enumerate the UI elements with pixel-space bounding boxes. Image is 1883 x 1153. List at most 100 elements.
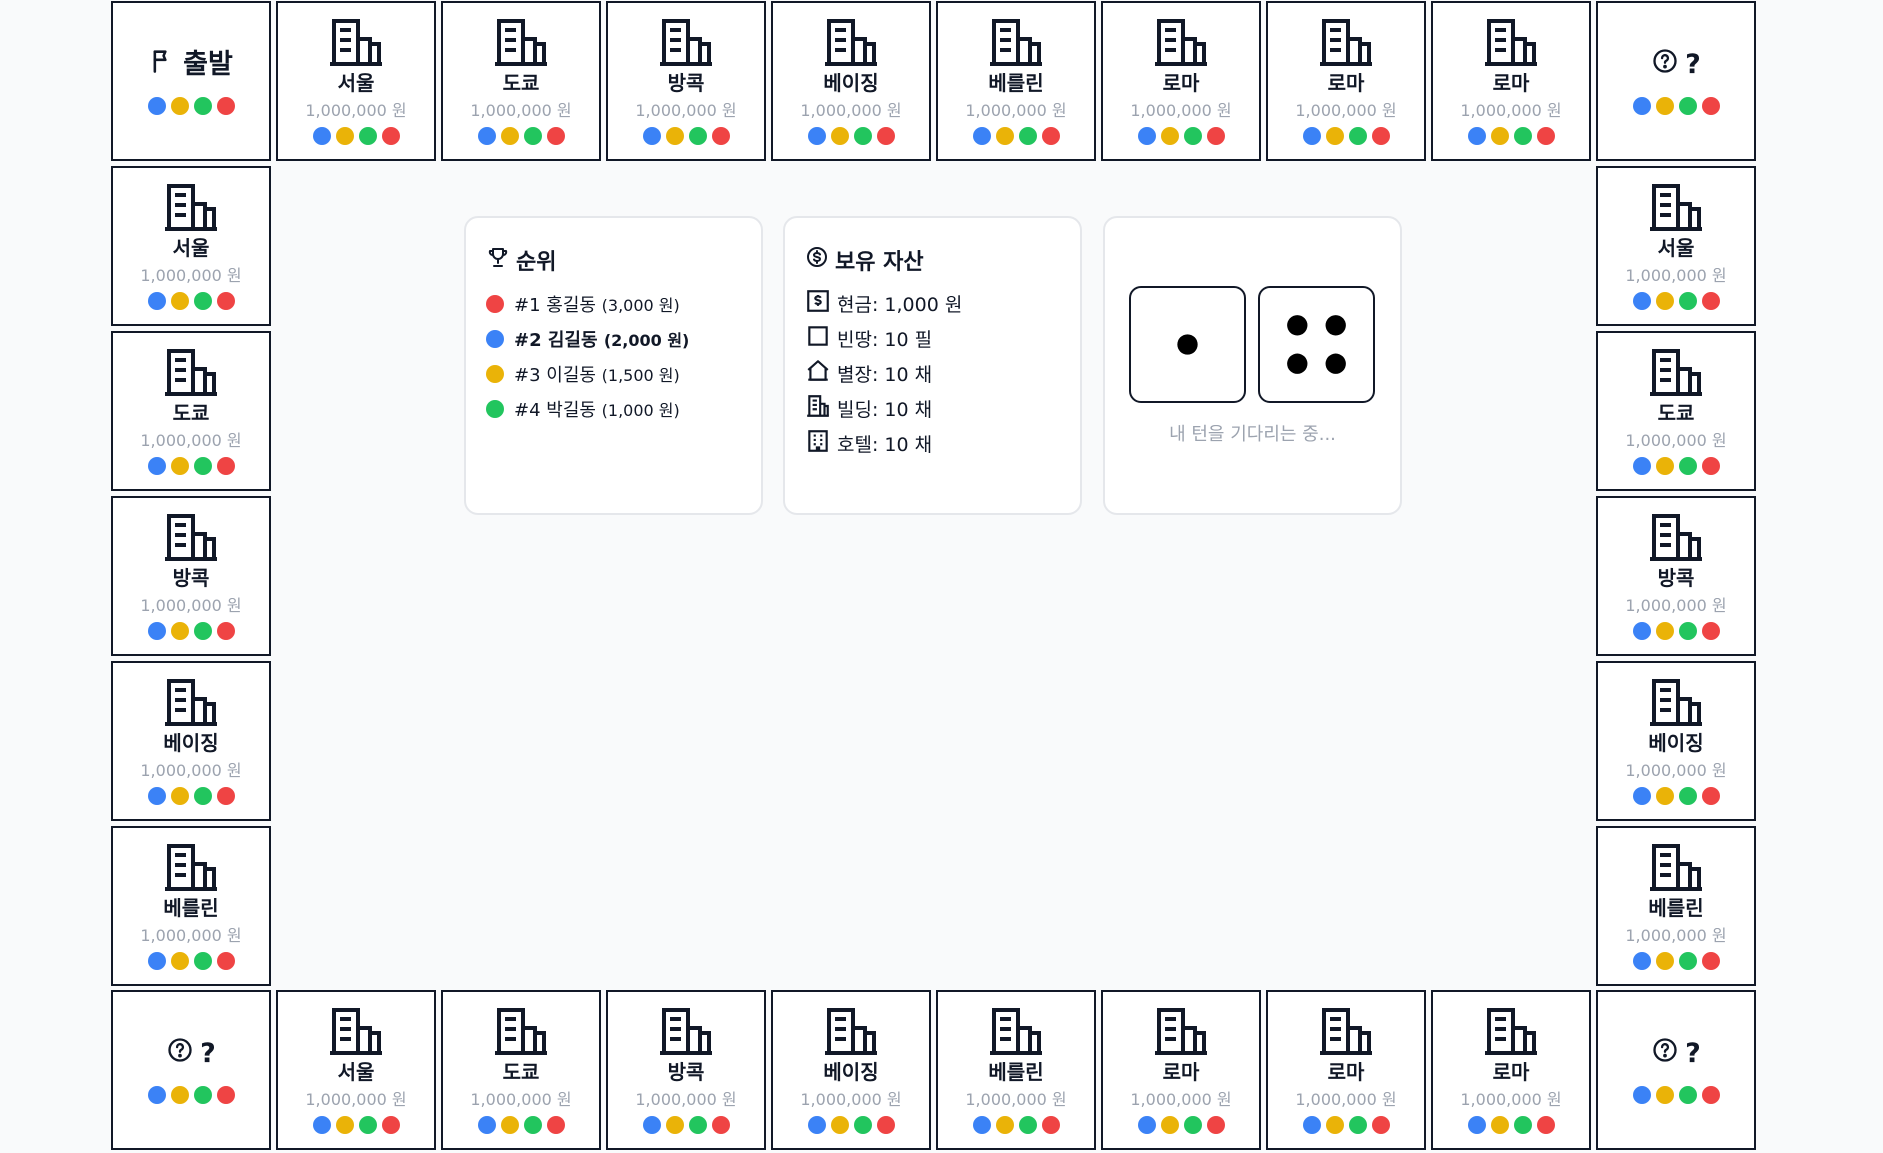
dice-row[interactable] [1129, 286, 1375, 403]
ranking-text: #1 홍길동 (3,000 원) [514, 291, 680, 317]
ranking-item: #2 김길동 (2,000 원) [486, 321, 689, 356]
asset-item: 현금: 1,000 원 [805, 286, 962, 321]
city-name: 방콕 [1657, 565, 1695, 590]
player-token-dots [1632, 786, 1720, 805]
player-token [216, 951, 235, 970]
city-tile-bottom-6[interactable]: 로마 1,000,000 원 [1101, 990, 1261, 1150]
ranking-amount: (3,000 원) [601, 295, 680, 315]
city-tile-bottom-8[interactable]: 로마 1,000,000 원 [1431, 990, 1591, 1150]
building-icon [1648, 348, 1704, 396]
player-token [1655, 786, 1674, 805]
city-tile-bottom-1[interactable]: 서울 1,000,000 원 [276, 990, 436, 1150]
player-token-dots [312, 1115, 400, 1134]
building-icon [1318, 1007, 1374, 1055]
corner-title: ? [1651, 1036, 1701, 1072]
building-icon [658, 18, 714, 66]
city-name: 로마 [1162, 1059, 1200, 1084]
city-name: 로마 [1492, 70, 1530, 95]
city-name: 베를린 [163, 895, 219, 920]
player-token [1632, 1086, 1651, 1104]
ranking-amount: (1,000 원) [601, 400, 680, 420]
asset-label: 호텔: 10 채 [837, 434, 933, 456]
building-icon [1648, 513, 1704, 561]
player-token [147, 97, 166, 115]
asset-item: 빌딩: 10 채 [805, 391, 962, 426]
building-icon [1648, 183, 1704, 231]
city-tile-left-1[interactable]: 서울 1,000,000 원 [111, 166, 271, 326]
player-token-dots [1302, 126, 1390, 145]
player-token [1678, 291, 1697, 310]
city-tile-bottom-3[interactable]: 방콕 1,000,000 원 [606, 990, 766, 1150]
player-token [193, 97, 212, 115]
city-tile-top-7[interactable]: 로마 1,000,000 원 [1266, 1, 1426, 161]
city-tile-right-2[interactable]: 도쿄 1,000,000 원 [1596, 331, 1756, 491]
player-token [193, 786, 212, 805]
player-token [876, 126, 895, 145]
player-token [216, 786, 235, 805]
player-token [335, 1115, 354, 1134]
player-token [1632, 456, 1651, 475]
player-token [193, 291, 212, 310]
city-tile-left-2[interactable]: 도쿄 1,000,000 원 [111, 331, 271, 491]
player-token [1655, 456, 1674, 475]
city-name: 도쿄 [1657, 400, 1695, 425]
corner-chance-top-right[interactable]: ? [1596, 1, 1756, 161]
player-token-dots [1632, 621, 1720, 640]
house-icon [805, 358, 831, 389]
die-pip [1325, 353, 1346, 374]
city-price: 1,000,000 원 [1460, 100, 1562, 120]
player-token [1348, 126, 1367, 145]
building-icon [658, 1007, 714, 1055]
player-token [147, 456, 166, 475]
player-token [546, 126, 565, 145]
player-token [995, 1115, 1014, 1134]
player-token [1655, 621, 1674, 640]
city-tile-top-5[interactable]: 베를린 1,000,000 원 [936, 1, 1096, 161]
ranking-panel: 순위 #1 홍길동 (3,000 원) #2 김길동 (2,000 원) #3 이길… [464, 216, 763, 515]
player-token [1632, 621, 1651, 640]
city-tile-bottom-2[interactable]: 도쿄 1,000,000 원 [441, 990, 601, 1150]
player-token [688, 1115, 707, 1134]
die-1[interactable] [1129, 286, 1246, 403]
city-tile-bottom-5[interactable]: 베를린 1,000,000 원 [936, 990, 1096, 1150]
player-token [1018, 1115, 1037, 1134]
corner-start[interactable]: 출발 [111, 1, 271, 161]
corner-chance-bottom-right[interactable]: ? [1596, 990, 1756, 1150]
player-token [1302, 1115, 1321, 1134]
city-tile-top-1[interactable]: 서울 1,000,000 원 [276, 1, 436, 161]
city-name: 베를린 [1648, 895, 1704, 920]
building-icon [1648, 678, 1704, 726]
city-tile-right-1[interactable]: 서울 1,000,000 원 [1596, 166, 1756, 326]
city-tile-top-6[interactable]: 로마 1,000,000 원 [1101, 1, 1261, 161]
hotel-icon [805, 428, 831, 459]
city-name: 베이징 [163, 730, 219, 755]
player-token [1467, 126, 1486, 145]
city-tile-bottom-7[interactable]: 로마 1,000,000 원 [1266, 990, 1426, 1150]
city-tile-bottom-4[interactable]: 베이징 1,000,000 원 [771, 990, 931, 1150]
city-tile-left-4[interactable]: 베이징 1,000,000 원 [111, 661, 271, 821]
player-token [477, 1115, 496, 1134]
trophy-icon [486, 245, 510, 275]
city-name: 방콕 [667, 1059, 705, 1084]
die-2[interactable] [1258, 286, 1375, 403]
player-token [807, 126, 826, 145]
city-tile-top-3[interactable]: 방콕 1,000,000 원 [606, 1, 766, 161]
city-price: 1,000,000 원 [1625, 430, 1727, 450]
player-color-dot [486, 364, 504, 383]
city-tile-top-2[interactable]: 도쿄 1,000,000 원 [441, 1, 601, 161]
city-tile-right-5[interactable]: 베를린 1,000,000 원 [1596, 826, 1756, 986]
player-token [312, 1115, 331, 1134]
city-tile-left-3[interactable]: 방콕 1,000,000 원 [111, 496, 271, 656]
city-tile-left-5[interactable]: 베를린 1,000,000 원 [111, 826, 271, 986]
city-tile-top-8[interactable]: 로마 1,000,000 원 [1431, 1, 1591, 161]
player-token-dots [807, 1115, 895, 1134]
corner-chance-bottom-left[interactable]: ? [111, 990, 271, 1150]
city-tile-right-4[interactable]: 베이징 1,000,000 원 [1596, 661, 1756, 821]
city-tile-top-4[interactable]: 베이징 1,000,000 원 [771, 1, 931, 161]
ranking-item: #3 이길동 (1,500 원) [486, 356, 689, 391]
player-token [665, 126, 684, 145]
city-price: 1,000,000 원 [965, 100, 1067, 120]
player-token [170, 786, 189, 805]
city-tile-right-3[interactable]: 방콕 1,000,000 원 [1596, 496, 1756, 656]
player-token-dots [477, 126, 565, 145]
